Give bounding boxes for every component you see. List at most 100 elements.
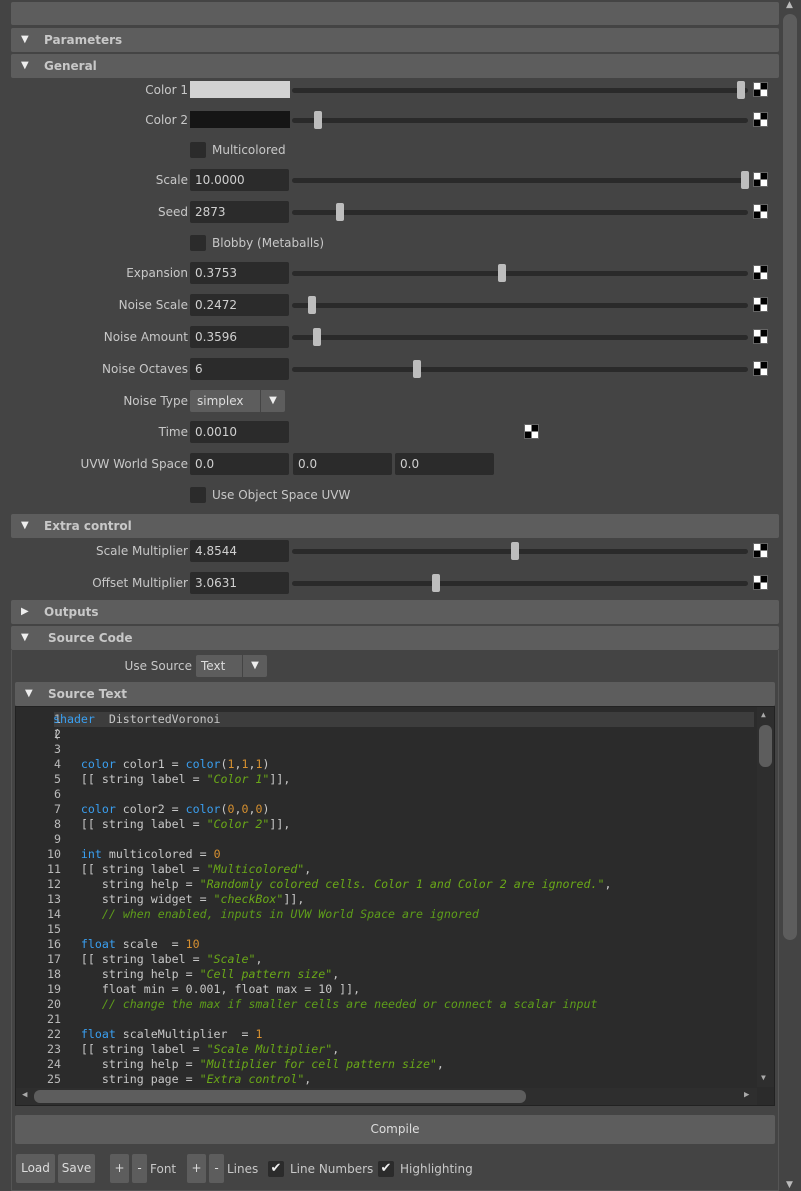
load-button[interactable]: Load [16,1154,55,1183]
multicolored-checkbox[interactable] [190,142,206,158]
offset-multiplier-slider[interactable] [292,574,748,592]
time-field[interactable]: 0.0010 [190,421,289,443]
code-vertical-scrollbar[interactable]: ▲ ▼ [757,707,774,1087]
color2-label: Color 2 [145,113,188,127]
code-line: string widget = "checkBox"]], [53,892,304,906]
code-text: scaleMultiplier = [115,1027,256,1041]
code-line: string help = "Multiplier for cell patte… [53,1057,444,1071]
lines-label: Lines [227,1162,259,1176]
checkmark-icon: ✔ [380,1161,392,1176]
code-line: shader DistortedVoronoi [53,712,221,726]
map-button-icon[interactable] [753,112,768,127]
scale-label: Scale [155,173,188,187]
code-string: "Scale Multiplier" [206,1042,333,1056]
noise-scale-field[interactable]: 0.2472 [190,294,289,316]
code-number: 1 [255,1027,263,1041]
map-button-icon[interactable] [753,329,768,344]
code-text: ( [220,802,228,816]
code-line: float min = 0.001, float max = 10 ]], [53,982,360,996]
scroll-left-icon[interactable]: ◀ [22,1090,27,1100]
font-decrease-button[interactable]: - [132,1154,147,1183]
slider-thumb[interactable] [736,81,745,99]
section-source-text[interactable]: ▼ Source Text [15,682,775,706]
code-number: 0 [213,847,221,861]
map-button-icon[interactable] [753,575,768,590]
scroll-up-icon[interactable]: ▲ [761,710,766,719]
scrollbar-thumb[interactable] [34,1090,526,1103]
slider-thumb[interactable] [741,171,749,189]
map-button-icon[interactable] [753,297,768,312]
expansion-slider[interactable] [292,264,748,282]
map-button-icon[interactable] [753,82,768,97]
scrollbar-thumb[interactable] [783,14,797,940]
slider-thumb[interactable] [313,111,322,129]
noise-type-dropdown[interactable]: simplex ▼ [190,390,285,412]
slider-thumb[interactable] [308,296,316,314]
slider-thumb[interactable] [312,328,321,346]
slider-thumb[interactable] [413,360,422,378]
lines-increase-button[interactable]: + [187,1154,206,1183]
section-extra-control[interactable]: ▼ Extra control [11,514,779,538]
code-keyword: color [185,802,221,816]
slider-thumb[interactable] [336,203,345,221]
slider-thumb[interactable] [431,574,440,592]
save-button[interactable]: Save [58,1154,95,1183]
color2-slider[interactable] [292,111,748,129]
scale-slider[interactable] [292,171,749,189]
noise-octaves-field[interactable]: 6 [190,358,289,380]
color1-swatch[interactable] [190,81,290,98]
slider-thumb[interactable] [498,264,507,282]
noise-amount-slider[interactable] [292,328,748,346]
map-button-icon[interactable] [524,424,539,439]
color2-swatch[interactable] [190,111,290,128]
code-string: "Multiplier for cell pattern size" [199,1057,437,1071]
compile-button[interactable]: Compile [15,1115,775,1144]
map-button-icon[interactable] [753,361,768,376]
highlighting-checkbox[interactable]: ✔ [378,1161,394,1177]
scroll-up-icon[interactable]: ▲ [786,0,793,10]
uvw-y-field[interactable]: 0.0 [293,453,392,475]
noise-octaves-slider[interactable] [292,360,748,378]
section-general[interactable]: ▼ General [11,54,779,78]
use-source-dropdown[interactable]: Text ▼ [196,655,267,677]
seed-field[interactable]: 2873 [190,201,289,223]
line-number: 15 [47,922,61,936]
main-vertical-scrollbar[interactable]: ▲ ▼ [782,0,801,1191]
expansion-field[interactable]: 0.3753 [190,262,289,284]
scroll-down-icon[interactable]: ▼ [786,1180,793,1190]
scrollbar-thumb[interactable] [759,725,772,767]
code-text: , [304,1072,312,1086]
scale-multiplier-label: Scale Multiplier [95,544,188,558]
code-text: [[ string label = [53,1042,207,1056]
uvw-z-field[interactable]: 0.0 [395,453,494,475]
code-horizontal-scrollbar[interactable]: ◀ ▶ [16,1088,757,1105]
section-outputs[interactable]: ▶ Outputs [11,600,779,624]
code-editor[interactable]: 1 shader DistortedVoronoi 2(3 4 color color… [15,706,775,1106]
slider-thumb[interactable] [510,542,519,560]
uvw-x-field[interactable]: 0.0 [190,453,289,475]
line-number: 6 [54,787,61,801]
color1-slider[interactable] [292,81,748,99]
section-parameters[interactable]: ▼ Parameters [11,28,779,52]
lines-decrease-button[interactable]: - [209,1154,224,1183]
section-source-code[interactable]: ▼ Source Code [11,626,779,650]
scale-field[interactable]: 10.0000 [190,169,289,191]
scale-multiplier-slider[interactable] [292,542,748,560]
object-uvw-checkbox[interactable] [190,487,206,503]
map-button-icon[interactable] [753,172,768,187]
offset-multiplier-field[interactable]: 3.0631 [190,572,289,594]
map-button-icon[interactable] [753,543,768,558]
scale-multiplier-field[interactable]: 4.8544 [190,540,289,562]
font-increase-button[interactable]: + [110,1154,129,1183]
seed-slider[interactable] [292,203,748,221]
font-label: Font [150,1162,177,1176]
map-button-icon[interactable] [753,265,768,280]
blobby-checkbox[interactable] [190,235,206,251]
scroll-right-icon[interactable]: ▶ [744,1090,749,1100]
noise-amount-field[interactable]: 0.3596 [190,326,289,348]
scroll-down-icon[interactable]: ▼ [761,1073,766,1082]
noise-scale-slider[interactable] [292,296,748,314]
line-numbers-checkbox[interactable]: ✔ [268,1161,284,1177]
map-button-icon[interactable] [753,204,768,219]
